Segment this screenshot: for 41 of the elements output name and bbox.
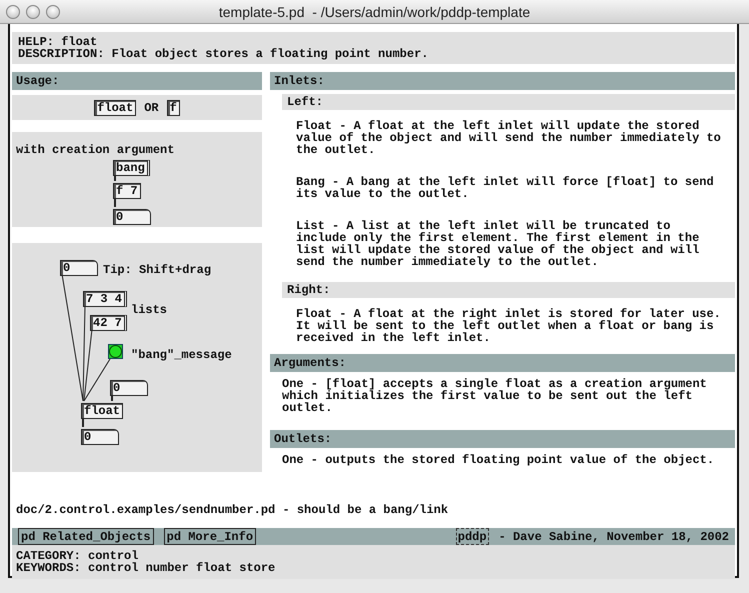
number-box[interactable]: 0: [110, 380, 148, 396]
bang-button[interactable]: [108, 344, 123, 359]
object-box[interactable]: float: [81, 403, 124, 419]
description-paragraph: List - A list at the left inlet will be truncated to include only the first element. The first element in the list will update the stored value of the object and will send the number immediately to the outlet.: [296, 220, 700, 268]
close-button[interactable]: [6, 4, 20, 18]
keywords-line: KEYWORDS: control number float store: [16, 562, 276, 574]
message-box[interactable]: 7 3 4: [83, 291, 128, 307]
subsection-header: Right:: [282, 282, 735, 298]
section-header: Inlets:: [270, 72, 735, 90]
help-line: HELP: float: [18, 36, 98, 48]
object-box[interactable]: f: [166, 100, 180, 116]
section-header: Outlets:: [270, 430, 735, 448]
zoom-button[interactable]: [46, 4, 60, 18]
number-box[interactable]: 0: [60, 260, 98, 276]
message-box[interactable]: bang: [113, 160, 150, 176]
window-title: template-5.pd - /Users/admin/work/pddp-template: [218, 4, 530, 20]
description-paragraph: Float - A float at the right inlet is stored for later use. It will be sent to the left outlet when a float or bang is received in the left inlet.: [296, 308, 722, 344]
subpatch-button[interactable]: pd Related_Objects: [18, 528, 154, 545]
description-line: DESCRIPTION: Float object stores a floating point number.: [18, 48, 430, 60]
subsection-header: Left:: [282, 94, 735, 110]
number-box[interactable]: 0: [113, 209, 151, 225]
object-box[interactable]: float: [94, 100, 136, 116]
comment-text: lists: [131, 303, 168, 317]
message-box[interactable]: 42 7: [90, 315, 127, 331]
or-label: OR: [144, 102, 159, 114]
note-text: doc/2.control.examples/sendnumber.pd - should be a bang/link: [16, 504, 450, 516]
object-box[interactable]: f 7: [113, 183, 141, 199]
description-paragraph: One - outputs the stored floating point value of the object.: [282, 454, 716, 466]
section-header: Usage:: [12, 72, 262, 90]
comment-text: "bang"_message: [131, 348, 232, 362]
credit-text: - Dave Sabine, November 18, 2002: [498, 530, 729, 542]
minimize-button[interactable]: [26, 4, 40, 18]
caption-text: with creation argument: [16, 143, 174, 157]
description-paragraph: Bang - A bang at the left inlet will force [float] to send its value to the outlet.: [296, 176, 715, 200]
subpatch-button[interactable]: pd More_Info: [164, 528, 256, 545]
section-header: Arguments:: [270, 354, 735, 372]
category-line: CATEGORY: control: [16, 550, 140, 562]
comment-text: Tip: Shift+drag: [103, 263, 212, 277]
description-paragraph: Float - A float at the left inlet will update the stored value of the object and will send the number immediately to the outlet.: [296, 120, 722, 156]
description-paragraph: One - [float] accepts a single float as a creation argument which initializes the first value to be sent out the left outlet.: [282, 378, 708, 414]
number-box[interactable]: 0: [81, 429, 119, 445]
